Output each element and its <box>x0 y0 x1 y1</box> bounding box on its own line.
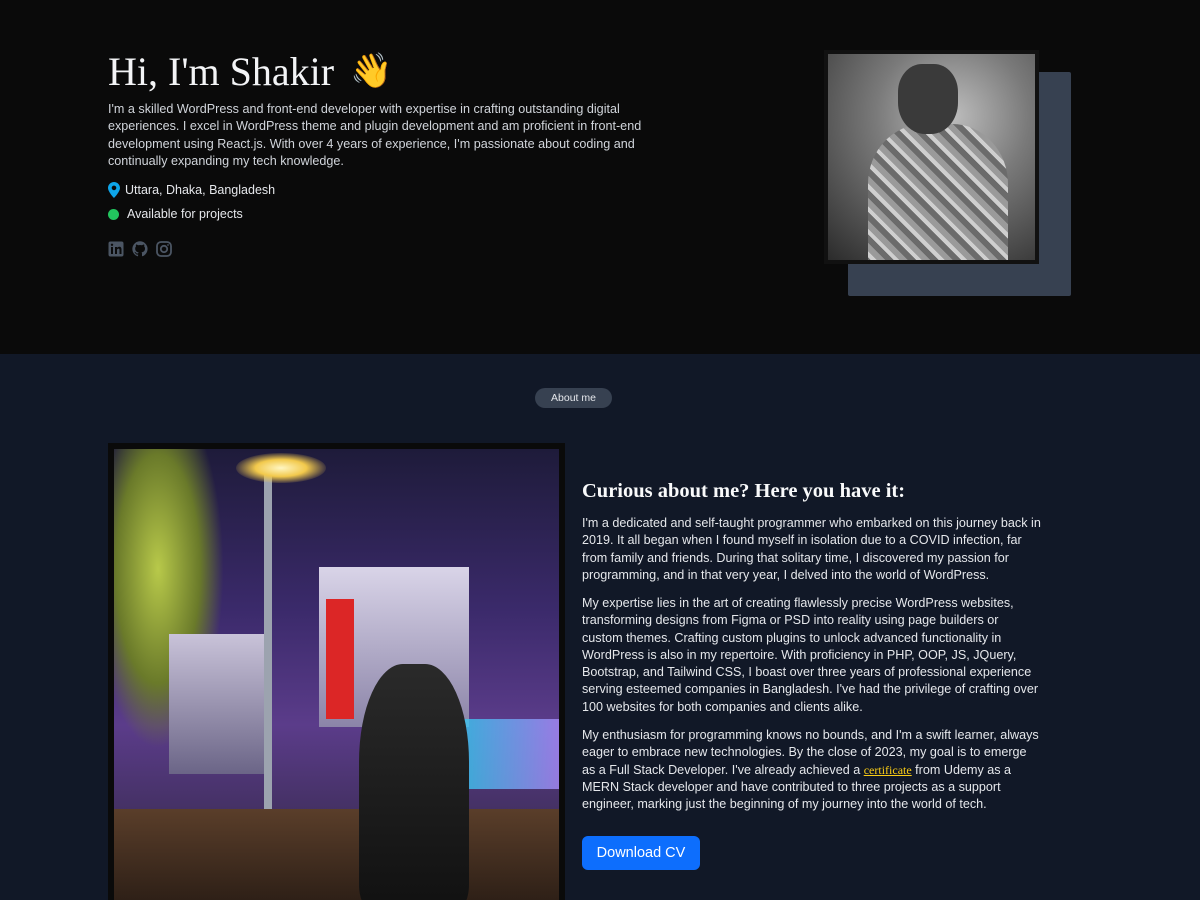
location-text: Uttara, Dhaka, Bangladesh <box>125 183 276 197</box>
hero-title-text: Hi, I'm Shakir <box>108 49 335 94</box>
about-photo-frame <box>108 443 565 900</box>
download-cv-button[interactable]: Download CV <box>582 836 700 870</box>
availability-text: Available for projects <box>127 207 243 221</box>
profile-portrait-image <box>828 54 1035 260</box>
hero-section: Hi, I'm Shakir 👋 I'm a skilled WordPress… <box>0 0 1200 354</box>
city-night-photo <box>114 449 559 900</box>
linkedin-icon[interactable] <box>108 241 124 257</box>
hero-title: Hi, I'm Shakir 👋 <box>108 48 392 95</box>
hero-description: I'm a skilled WordPress and front-end de… <box>108 102 642 168</box>
location-pin-icon <box>108 182 120 198</box>
waving-hand-icon: 👋 <box>350 52 393 90</box>
about-paragraph-1: I'm a dedicated and self-taught programm… <box>582 516 1041 582</box>
availability-row: Available for projects <box>108 207 243 221</box>
about-section: About me Curious about me? Here you have… <box>0 354 1200 900</box>
certificate-link[interactable]: certificate <box>864 763 912 777</box>
github-icon[interactable] <box>132 241 148 257</box>
social-links <box>108 241 172 257</box>
available-status-dot-icon <box>108 208 119 220</box>
about-paragraph-2: My expertise lies in the art of creating… <box>582 596 1039 714</box>
instagram-icon[interactable] <box>156 241 172 257</box>
location-row: Uttara, Dhaka, Bangladesh <box>108 182 275 198</box>
about-paragraph-3: My enthusiasm for programming knows no b… <box>582 727 1042 813</box>
about-heading: Curious about me? Here you have it: <box>582 480 906 502</box>
about-me-badge: About me <box>535 388 612 408</box>
portrait-frame <box>824 50 1039 264</box>
